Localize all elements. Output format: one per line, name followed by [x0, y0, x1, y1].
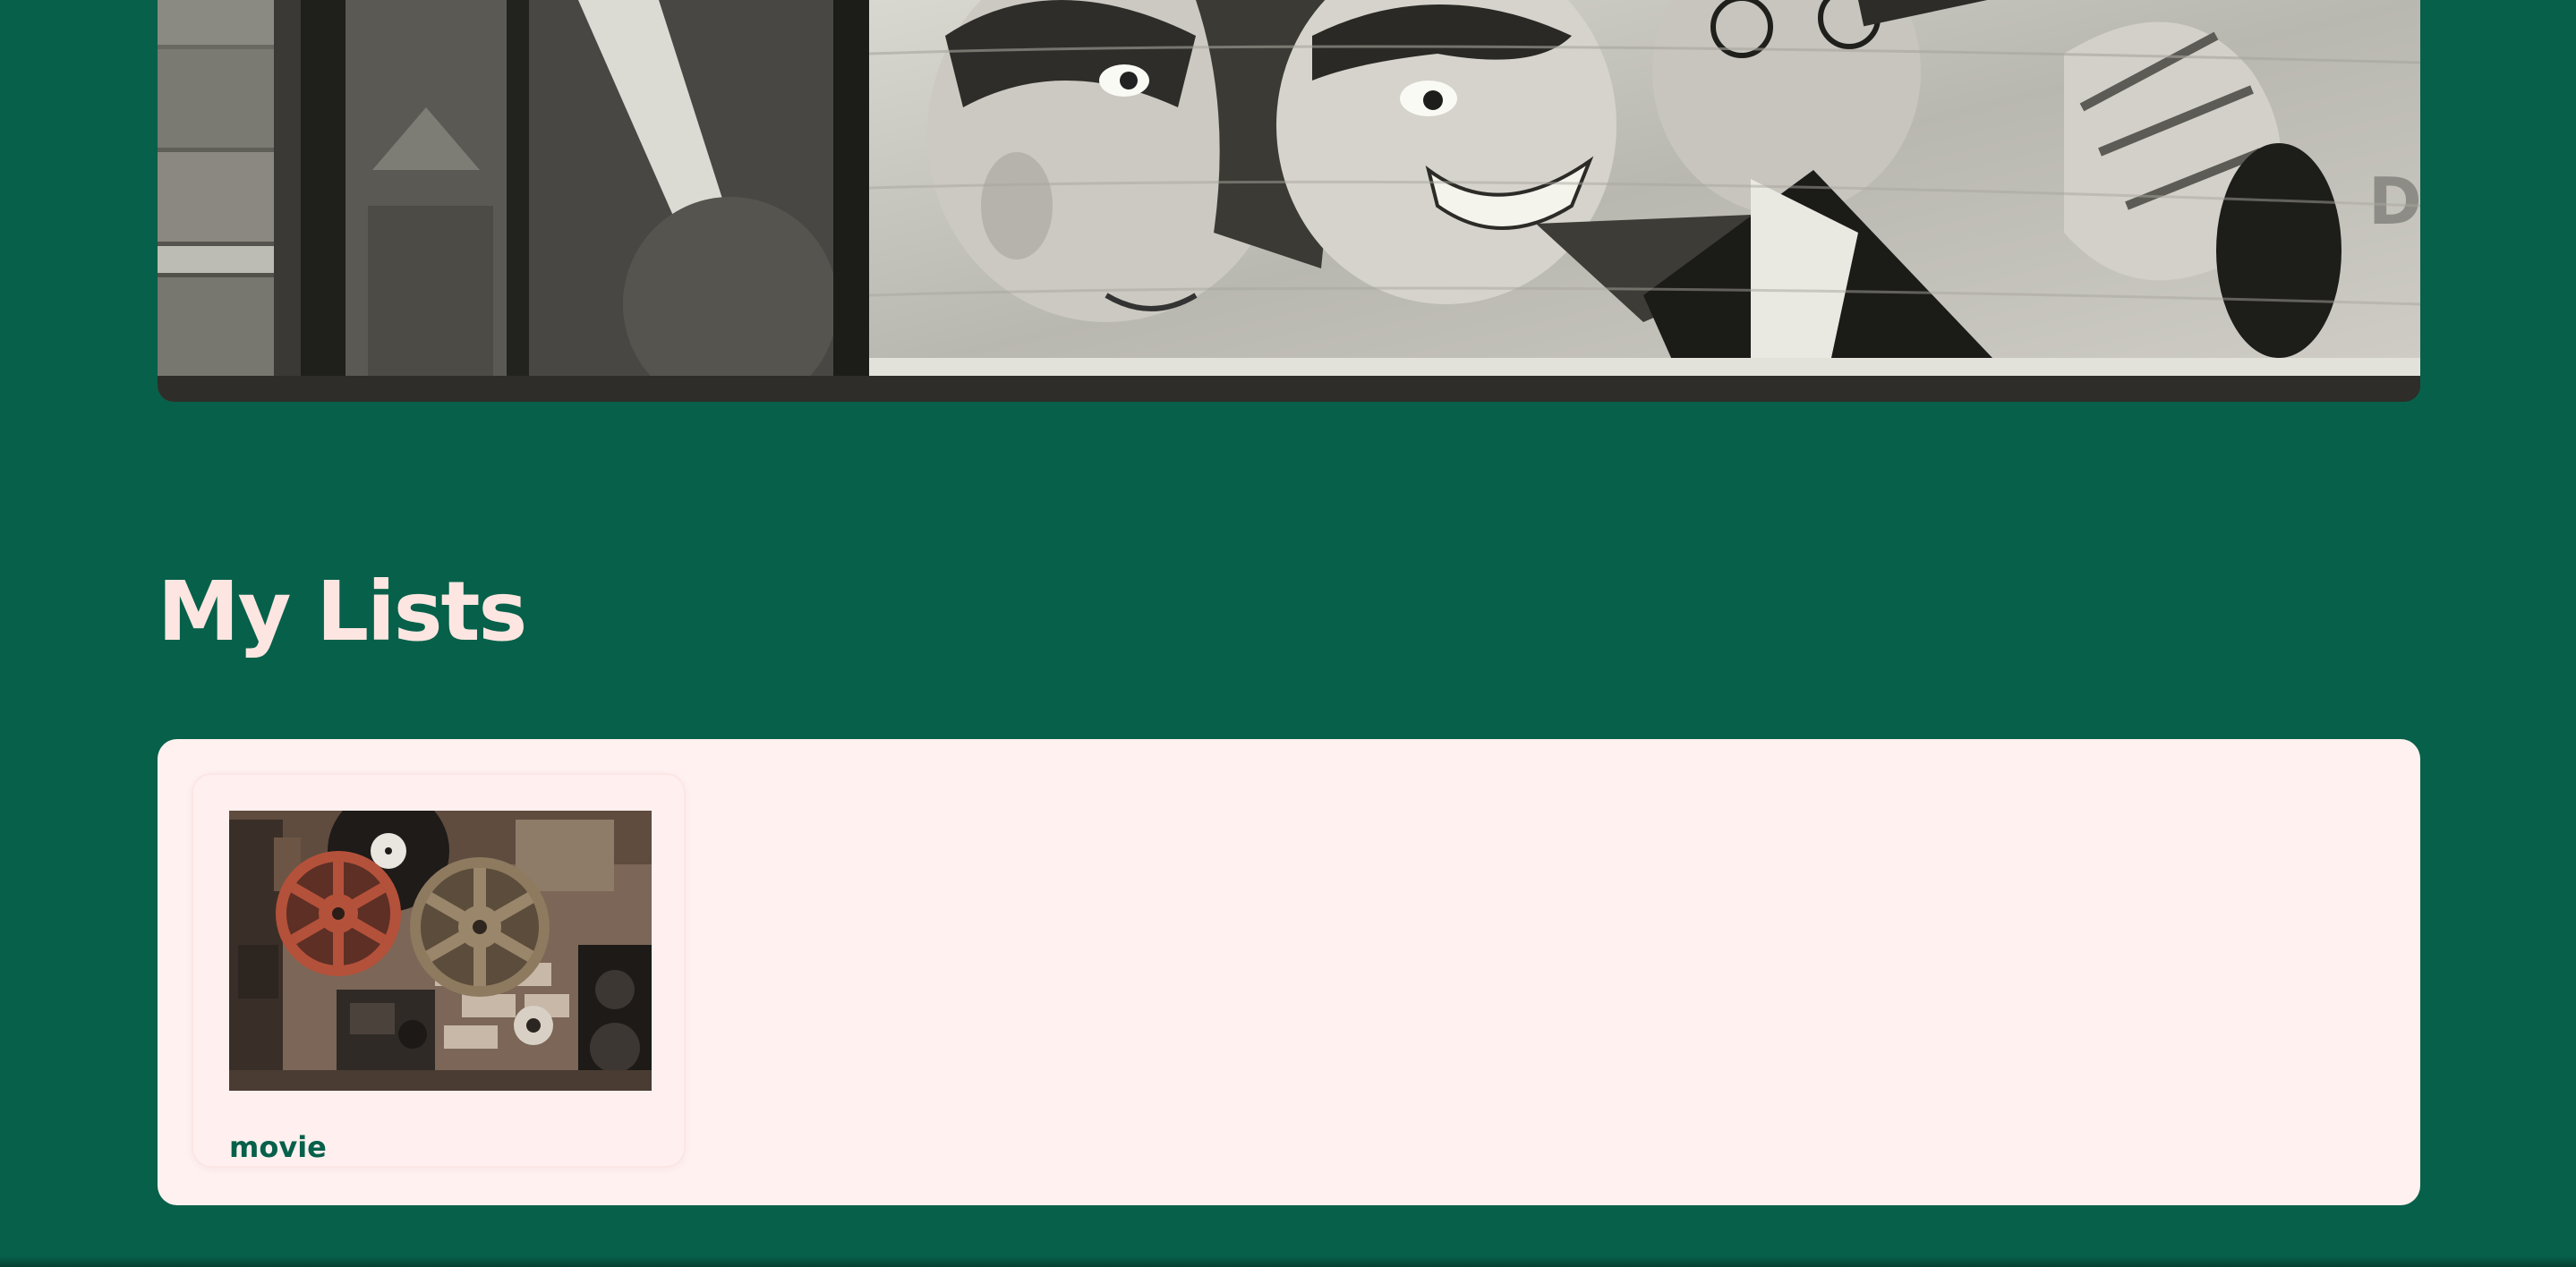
page-bottom-edge [0, 1256, 2576, 1267]
hero-poster-image: DO [158, 0, 2420, 402]
list-card-movie[interactable]: movie [193, 775, 684, 1166]
vintage-poster-illustration: DO [158, 0, 2420, 402]
film-reels-image [229, 811, 652, 1091]
list-card-thumbnail[interactable] [229, 811, 652, 1091]
list-card-title[interactable]: movie [229, 1129, 327, 1165]
page-title: My Lists [158, 564, 527, 659]
lists-panel: movie [158, 739, 2420, 1205]
poster-lettering: DO [2368, 164, 2420, 239]
